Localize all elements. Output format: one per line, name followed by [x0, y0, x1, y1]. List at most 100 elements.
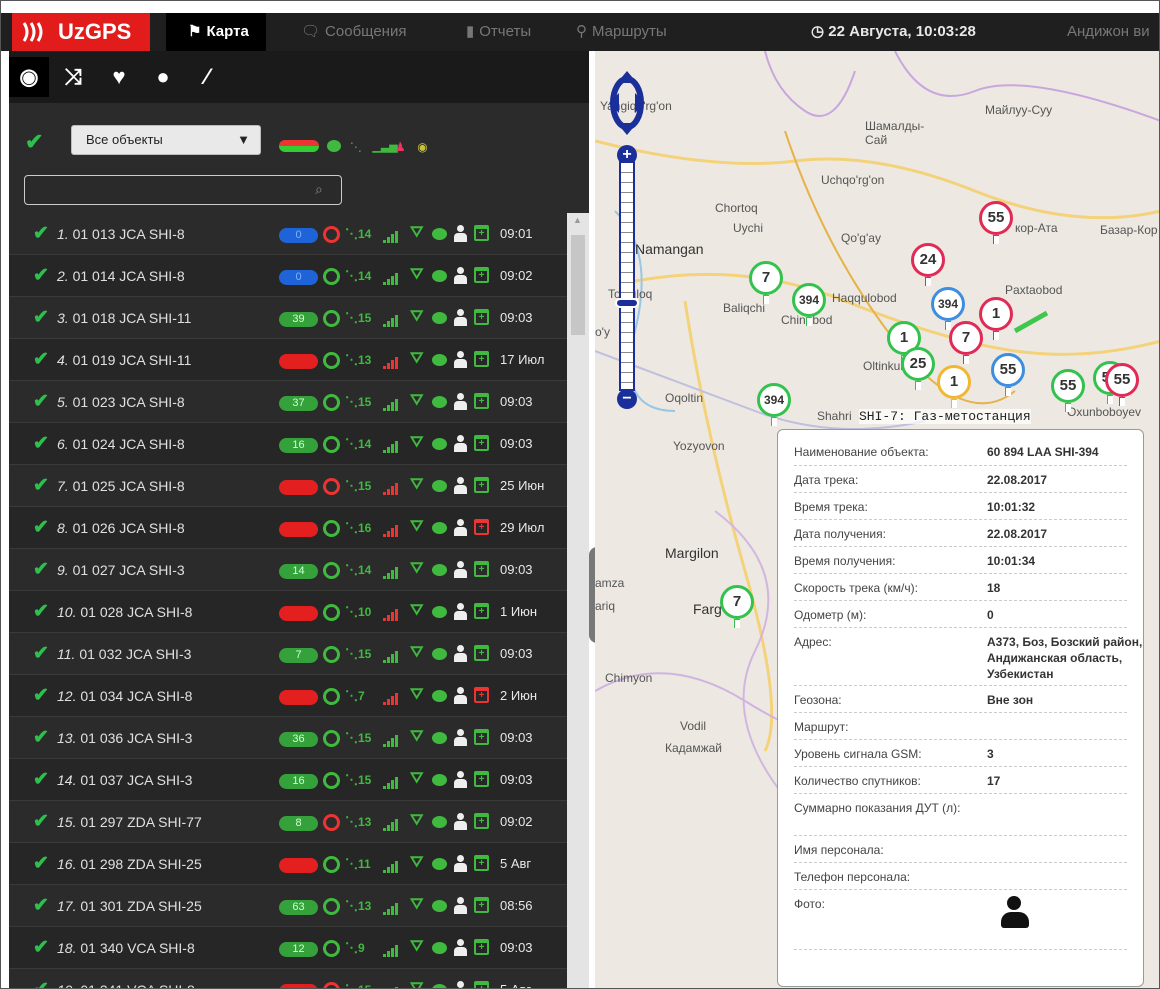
message-icon[interactable]: [432, 900, 447, 912]
map-cluster-marker[interactable]: 24: [911, 243, 945, 286]
message-icon[interactable]: [432, 438, 447, 450]
nav-tab-reports[interactable]: ▮ Отчеты: [466, 13, 531, 51]
object-checkbox[interactable]: ✔: [33, 810, 49, 833]
object-name[interactable]: 6. 01 024 JCA SHI-8: [57, 423, 185, 465]
map-cluster-marker[interactable]: 55: [1051, 369, 1085, 412]
object-name[interactable]: 18. 01 340 VCA SHI-8: [57, 927, 195, 969]
object-name[interactable]: 2. 01 014 JCA SHI-8: [57, 255, 185, 297]
object-filter-select[interactable]: Все объекты ▼: [71, 125, 261, 155]
map-cluster-marker[interactable]: 7: [949, 321, 983, 364]
globe-icon[interactable]: ●: [143, 57, 183, 97]
object-name[interactable]: 1. 01 013 JCA SHI-8: [57, 213, 185, 255]
object-name[interactable]: 17. 01 301 ZDA SHI-25: [57, 885, 202, 927]
object-checkbox[interactable]: ✔: [33, 978, 49, 988]
object-row[interactable]: ✔ 4. 01 019 JCA SHI-11 ⋱13 ⛛ +17 Июл: [9, 339, 567, 381]
object-list-scrollbar[interactable]: ▲: [567, 213, 589, 988]
message-icon[interactable]: [432, 774, 447, 786]
object-row[interactable]: ✔ 10. 01 028 JCA SHI-8 ⋱10 ⛛ +1 Июн: [9, 591, 567, 633]
pan-control-icon[interactable]: [609, 71, 645, 135]
message-icon[interactable]: [432, 522, 447, 534]
object-row[interactable]: ✔ 1. 01 013 JCA SHI-8 0 ⋱14 ⛛ +09:01: [9, 213, 567, 255]
map-cluster-marker[interactable]: 55: [1105, 363, 1139, 406]
object-name[interactable]: 9. 01 027 JCA SHI-3: [57, 549, 185, 591]
object-name[interactable]: 10. 01 028 JCA SHI-8: [57, 591, 192, 633]
object-name[interactable]: 7. 01 025 JCA SHI-8: [57, 465, 185, 507]
location-pin-icon[interactable]: ♥: [99, 57, 139, 97]
object-row[interactable]: ✔ 6. 01 024 JCA SHI-8 16 ⋱14 ⛛ +09:03: [9, 423, 567, 465]
object-name[interactable]: 19. 01 341 VCA SHI-8: [57, 969, 195, 988]
object-name[interactable]: 11. 01 032 JCA SHI-3: [57, 633, 191, 675]
object-name[interactable]: 12. 01 034 JCA SHI-8: [57, 675, 192, 717]
message-icon[interactable]: [432, 942, 447, 954]
object-row[interactable]: ✔ 16. 01 298 ZDA SHI-25 ⋱11 ⛛ +5 Авг: [9, 843, 567, 885]
object-checkbox[interactable]: ✔: [33, 936, 49, 959]
object-checkbox[interactable]: ✔: [33, 642, 49, 665]
user-name[interactable]: Андижон ви: [1067, 13, 1150, 51]
object-name[interactable]: 14. 01 037 JCA SHI-3: [57, 759, 192, 801]
object-row[interactable]: ✔ 19. 01 341 VCA SHI-8 ⋱15 ⛛ +5 Авг: [9, 969, 567, 988]
object-checkbox[interactable]: ✔: [33, 390, 49, 413]
magic-wand-icon[interactable]: ⁄: [187, 57, 227, 97]
nav-tab-map[interactable]: ⚑ Карта: [166, 13, 266, 51]
map-cluster-marker[interactable]: 55: [979, 201, 1013, 244]
object-checkbox[interactable]: ✔: [33, 306, 49, 329]
message-icon[interactable]: [432, 732, 447, 744]
message-icon[interactable]: [432, 354, 447, 366]
message-icon[interactable]: [432, 396, 447, 408]
object-name[interactable]: 16. 01 298 ZDA SHI-25: [57, 843, 202, 885]
object-search-input[interactable]: [24, 175, 342, 205]
map-cluster-marker[interactable]: 7: [749, 261, 783, 304]
object-checkbox[interactable]: ✔: [33, 264, 49, 287]
uzgps-logo[interactable]: UzGPS: [12, 13, 150, 51]
object-checkbox[interactable]: ✔: [33, 600, 49, 623]
object-checkbox[interactable]: ✔: [33, 558, 49, 581]
object-row[interactable]: ✔ 5. 01 023 JCA SHI-8 37 ⋱15 ⛛ +09:03: [9, 381, 567, 423]
object-name[interactable]: 5. 01 023 JCA SHI-8: [57, 381, 185, 423]
object-row[interactable]: ✔ 7. 01 025 JCA SHI-8 ⋱15 ⛛ +25 Июн: [9, 465, 567, 507]
message-icon[interactable]: [432, 564, 447, 576]
object-row[interactable]: ✔ 14. 01 037 JCA SHI-3 16 ⋱15 ⛛ +09:03: [9, 759, 567, 801]
map-cluster-marker[interactable]: 394: [792, 283, 826, 326]
object-checkbox[interactable]: ✔: [33, 222, 49, 245]
map-cluster-marker[interactable]: 55: [991, 353, 1025, 396]
map-cluster-marker[interactable]: 394: [931, 287, 965, 330]
message-icon[interactable]: [432, 606, 447, 618]
scroll-up-arrow-icon[interactable]: ▲: [573, 215, 582, 225]
message-icon[interactable]: [432, 690, 447, 702]
object-row[interactable]: ✔ 17. 01 301 ZDA SHI-25 63 ⋱13 ⛛ +08:56: [9, 885, 567, 927]
nav-tab-messages[interactable]: 🗨 Сообщения: [301, 13, 406, 51]
message-icon[interactable]: [432, 312, 447, 324]
object-checkbox[interactable]: ✔: [33, 894, 49, 917]
object-checkbox[interactable]: ✔: [33, 348, 49, 371]
object-name[interactable]: 3. 01 018 JCA SHI-11: [57, 297, 191, 339]
object-checkbox[interactable]: ✔: [33, 726, 49, 749]
object-row[interactable]: ✔ 12. 01 034 JCA SHI-8 ⋱7 ⛛ +2 Июн: [9, 675, 567, 717]
message-icon[interactable]: [432, 648, 447, 660]
object-checkbox[interactable]: ✔: [33, 684, 49, 707]
object-row[interactable]: ✔ 11. 01 032 JCA SHI-3 7 ⋱15 ⛛ +09:03: [9, 633, 567, 675]
object-checkbox[interactable]: ✔: [33, 432, 49, 455]
select-all-checkbox[interactable]: ✔: [25, 129, 43, 155]
object-checkbox[interactable]: ✔: [33, 474, 49, 497]
object-checkbox[interactable]: ✔: [33, 852, 49, 875]
scrollbar-thumb[interactable]: [571, 235, 585, 335]
message-icon[interactable]: [432, 228, 447, 240]
object-name[interactable]: 4. 01 019 JCA SHI-11: [57, 339, 191, 381]
object-row[interactable]: ✔ 13. 01 036 JCA SHI-3 36 ⋱15 ⛛ +09:03: [9, 717, 567, 759]
map-cluster-marker[interactable]: 25: [901, 347, 935, 390]
object-row[interactable]: ✔ 8. 01 026 JCA SHI-8 ⋱16 ⛛ +29 Июл: [9, 507, 567, 549]
message-icon[interactable]: [432, 480, 447, 492]
object-row[interactable]: ✔ 18. 01 340 VCA SHI-8 12 ⋱9 ⛛ +09:03: [9, 927, 567, 969]
message-icon[interactable]: [432, 984, 447, 988]
object-row[interactable]: ✔ 3. 01 018 JCA SHI-11 39 ⋱15 ⛛ +09:03: [9, 297, 567, 339]
object-name[interactable]: 8. 01 026 JCA SHI-8: [57, 507, 185, 549]
eye-icon[interactable]: ◉: [9, 57, 49, 97]
map-cluster-marker[interactable]: 394: [757, 383, 791, 426]
object-checkbox[interactable]: ✔: [33, 768, 49, 791]
map-cluster-marker[interactable]: 1: [979, 297, 1013, 340]
nav-tab-routes[interactable]: ⚲ Маршруты: [576, 13, 667, 51]
object-name[interactable]: 13. 01 036 JCA SHI-3: [57, 717, 192, 759]
message-icon[interactable]: [432, 858, 447, 870]
zoom-slider[interactable]: [619, 161, 635, 391]
object-row[interactable]: ✔ 15. 01 297 ZDA SHI-77 8 ⋱13 ⛛ +09:02: [9, 801, 567, 843]
